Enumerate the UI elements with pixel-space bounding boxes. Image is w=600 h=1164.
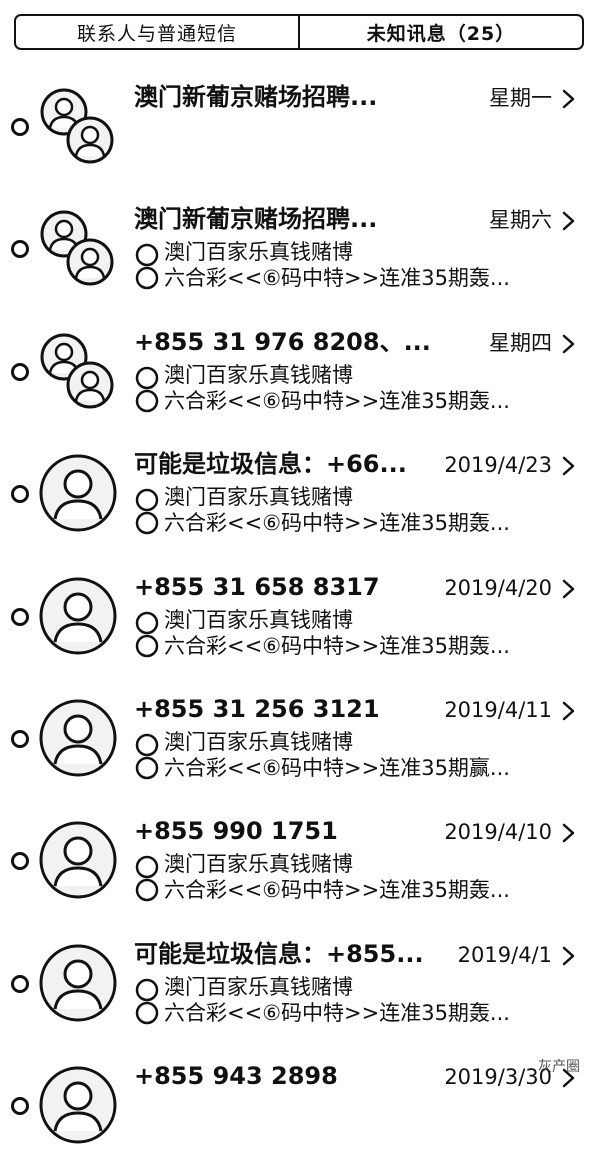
thread-date: 2019/4/10 bbox=[444, 820, 552, 845]
unread-dot-icon bbox=[11, 729, 29, 748]
chevron-right-icon[interactable] bbox=[558, 578, 578, 600]
chevron-right-icon[interactable] bbox=[558, 945, 578, 967]
thread-title: +855 990 1751 bbox=[134, 817, 338, 846]
person-avatar-icon bbox=[38, 453, 118, 533]
thread-date: 2019/4/20 bbox=[444, 575, 552, 600]
filter-segmented-control: 联系人与普通短信 未知讯息（25） bbox=[14, 14, 584, 50]
unread-dot-icon bbox=[11, 240, 29, 259]
chevron-right-icon[interactable] bbox=[558, 455, 578, 477]
chevron-right-icon[interactable] bbox=[558, 700, 578, 722]
thread-title: +855 31 976 8208、... bbox=[134, 327, 431, 356]
message-thread-row[interactable]: 澳门新葡京赌场招聘... 星期六 澳门百家乐真钱赌博 六合彩<<⑥码中特>>连准35… bbox=[0, 184, 600, 306]
thread-sender: 澳门百家乐真钱赌博 bbox=[164, 362, 353, 387]
tab-unknown-senders[interactable]: 未知讯息（25） bbox=[300, 16, 582, 48]
message-thread-row[interactable]: 可能是垃圾信息：+66... 2019/4/23 澳门百家乐真钱赌博 六合彩<<⑥码… bbox=[0, 429, 600, 551]
thread-sender: 澳门百家乐真钱赌博 bbox=[164, 729, 353, 754]
thread-date: 2019/4/1 bbox=[457, 942, 552, 967]
message-thread-row[interactable]: 可能是垃圾信息：+855... 2019/4/1 澳门百家乐真钱赌博 六合彩<<⑥码… bbox=[0, 919, 600, 1041]
thread-title: +855 943 2898 bbox=[134, 1062, 338, 1091]
group-avatar-icon bbox=[38, 331, 118, 411]
unread-dot-icon bbox=[11, 974, 29, 993]
person-avatar-icon bbox=[38, 1065, 118, 1145]
chevron-right-icon[interactable] bbox=[558, 88, 578, 110]
thread-preview: 六合彩<<⑥码中特>>连准35期轰... bbox=[164, 633, 510, 658]
message-thread-row[interactable]: 澳门新葡京赌场招聘... 星期一 bbox=[0, 62, 600, 184]
group-avatar-icon bbox=[38, 86, 118, 166]
message-thread-row[interactable]: +855 31 976 8208、... 星期四 澳门百家乐真钱赌博 六合彩<<⑥码… bbox=[0, 307, 600, 429]
thread-sender: 澳门百家乐真钱赌博 bbox=[164, 485, 353, 510]
message-thread-row[interactable]: +855 943 2898 2019/3/30 bbox=[0, 1041, 600, 1163]
thread-title: 澳门新葡京赌场招聘... bbox=[134, 205, 378, 234]
chevron-right-icon[interactable] bbox=[558, 210, 578, 232]
sender-avatar-icon bbox=[134, 242, 160, 292]
thread-date: 2019/4/23 bbox=[444, 453, 552, 478]
sender-avatar-icon bbox=[134, 365, 160, 415]
unread-dot-icon bbox=[11, 852, 29, 871]
person-avatar-icon bbox=[38, 576, 118, 656]
sender-avatar-icon bbox=[134, 854, 160, 904]
thread-preview: 六合彩<<⑥码中特>>连准35期轰... bbox=[164, 1000, 510, 1025]
thread-preview: 六合彩<<⑥码中特>>连准35期轰... bbox=[164, 388, 510, 413]
thread-date: 星期六 bbox=[489, 208, 552, 233]
thread-sender: 澳门百家乐真钱赌博 bbox=[164, 607, 353, 632]
unread-dot-icon bbox=[11, 118, 29, 136]
thread-preview: 六合彩<<⑥码中特>>连准35期轰... bbox=[164, 266, 510, 291]
unread-dot-icon bbox=[11, 607, 29, 626]
thread-preview: 六合彩<<⑥码中特>>连准35期赢... bbox=[164, 755, 510, 780]
chevron-right-icon[interactable] bbox=[558, 822, 578, 844]
person-avatar-icon bbox=[38, 943, 118, 1023]
thread-preview: 六合彩<<⑥码中特>>连准35期轰... bbox=[164, 511, 510, 536]
thread-preview: 六合彩<<⑥码中特>>连准35期轰... bbox=[164, 878, 510, 903]
thread-date: 2019/3/30 bbox=[444, 1065, 552, 1090]
thread-title: 澳门新葡京赌场招聘... bbox=[134, 83, 378, 111]
thread-title: +855 31 256 3121 bbox=[134, 694, 380, 723]
person-avatar-icon bbox=[38, 698, 118, 778]
chevron-right-icon[interactable] bbox=[558, 333, 578, 355]
message-thread-row[interactable]: +855 31 256 3121 2019/4/11 澳门百家乐真钱赌博 六合彩<<… bbox=[0, 674, 600, 796]
thread-title: +855 31 658 8317 bbox=[134, 572, 380, 601]
unread-dot-icon bbox=[11, 485, 29, 504]
message-thread-list: 澳门新葡京赌场招聘... 星期一 澳门新葡京赌场招聘... 星期六 澳门百家乐真钱赌… bbox=[0, 62, 600, 1164]
tab-contacts-and-sms[interactable]: 联系人与普通短信 bbox=[16, 16, 300, 48]
thread-date: 2019/4/11 bbox=[444, 697, 552, 722]
sender-avatar-icon bbox=[134, 977, 160, 1027]
thread-sender: 澳门百家乐真钱赌博 bbox=[164, 974, 353, 999]
message-thread-row[interactable]: +855 990 1751 2019/4/10 澳门百家乐真钱赌博 六合彩<<⑥码中… bbox=[0, 796, 600, 918]
thread-date: 星期四 bbox=[489, 330, 552, 355]
person-avatar-icon bbox=[38, 820, 118, 900]
watermark-text: 灰产圈 bbox=[538, 1059, 580, 1075]
thread-date: 星期一 bbox=[489, 86, 552, 110]
unread-dot-icon bbox=[11, 362, 29, 381]
sender-avatar-icon bbox=[134, 487, 160, 537]
thread-title: 可能是垃圾信息：+66... bbox=[134, 450, 407, 479]
thread-title: 可能是垃圾信息：+855... bbox=[134, 939, 424, 968]
group-avatar-icon bbox=[38, 208, 118, 288]
sender-avatar-icon bbox=[134, 732, 160, 782]
sender-avatar-icon bbox=[134, 610, 160, 660]
thread-sender: 澳门百家乐真钱赌博 bbox=[164, 852, 353, 877]
thread-sender: 澳门百家乐真钱赌博 bbox=[164, 240, 353, 265]
unread-dot-icon bbox=[11, 1097, 29, 1116]
message-thread-row[interactable]: +855 31 658 8317 2019/4/20 澳门百家乐真钱赌博 六合彩<<… bbox=[0, 552, 600, 674]
